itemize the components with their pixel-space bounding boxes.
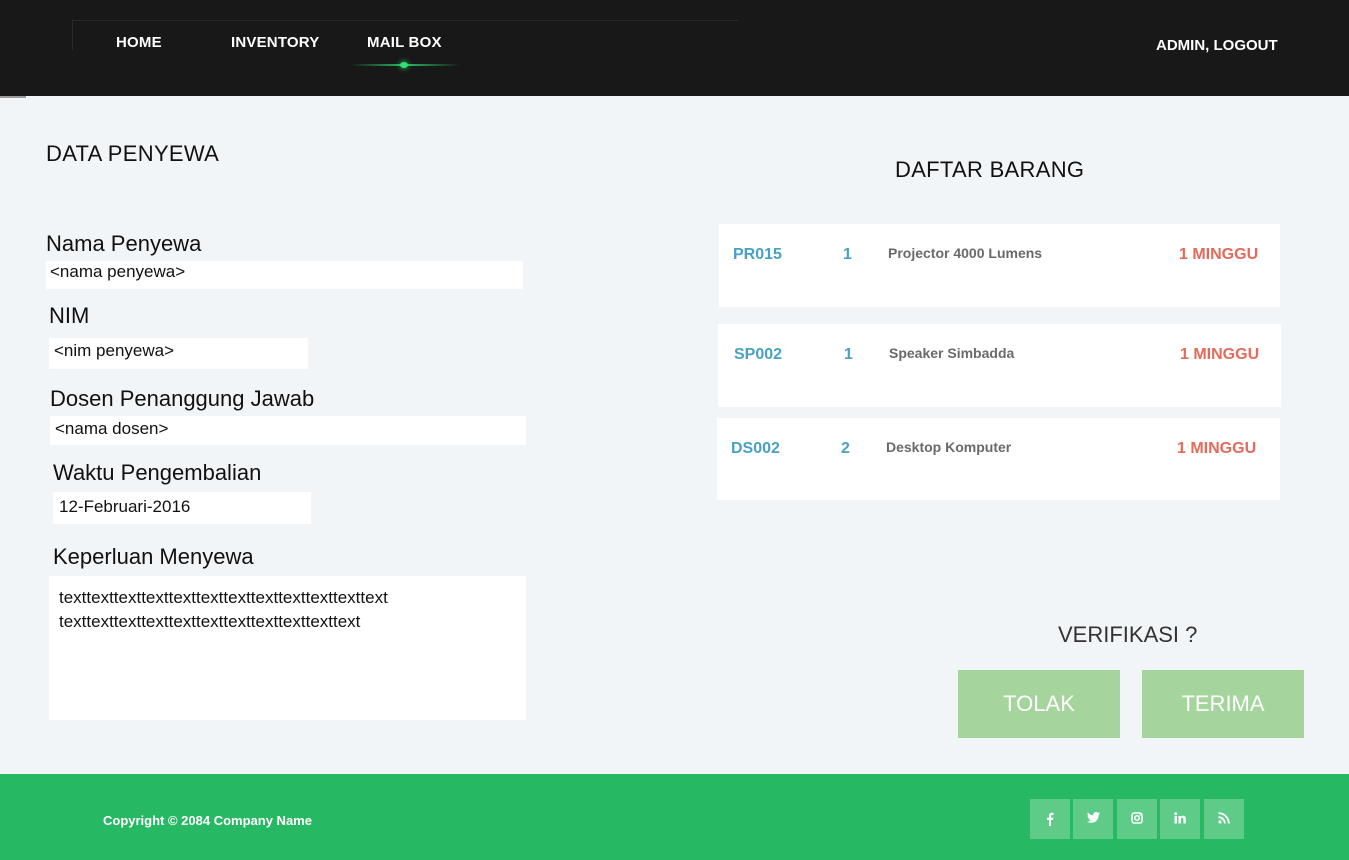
item-quantity: 1 [843, 246, 852, 263]
form-section-title: DATA PENYEWA [46, 141, 220, 166]
keperluan-textarea[interactable]: texttexttexttexttexttexttexttexttexttext… [49, 576, 526, 720]
nav-divider-tick [72, 20, 73, 50]
keperluan-line: texttexttexttexttexttexttexttexttexttext… [59, 612, 361, 631]
facebook-icon[interactable] [1030, 799, 1070, 839]
item-code: SP002 [734, 346, 783, 363]
nim-field[interactable]: <nim penyewa> [49, 338, 308, 369]
keperluan-label: Keperluan Menyewa [53, 544, 254, 569]
item-duration: 1 MINGGU [1180, 346, 1260, 363]
reject-button[interactable]: TOLAK [958, 670, 1120, 738]
item-duration: 1 MINGGU [1177, 440, 1257, 457]
admin-logout-link[interactable]: ADMIN, LOGOUT [1156, 37, 1278, 54]
active-nav-dot [400, 62, 408, 68]
footer: Copyright © 2084 Company Name [0, 774, 1349, 860]
item-name: Speaker Simbadda [889, 345, 1015, 361]
nama-penyewa-field[interactable]: <nama penyewa> [46, 261, 523, 289]
linkedin-icon[interactable] [1160, 799, 1200, 839]
item-list-title: DAFTAR BARANG [895, 157, 1085, 182]
verification-label: VERIFIKASI ? [1058, 622, 1198, 647]
keperluan-line: texttexttexttexttexttexttexttexttexttext… [59, 588, 388, 607]
rss-icon[interactable] [1204, 799, 1244, 839]
item-duration: 1 MINGGU [1179, 246, 1259, 263]
copyright-text: Copyright © 2084 Company Name [103, 813, 312, 828]
nav-home-link[interactable]: HOME [116, 34, 162, 51]
item-name: Desktop Komputer [886, 439, 1012, 455]
header-corner-mark [0, 96, 26, 98]
twitter-icon[interactable] [1073, 799, 1113, 839]
item-code: PR015 [733, 246, 782, 263]
nav-mailbox-link[interactable]: MAIL BOX [367, 34, 442, 51]
item-quantity: 1 [844, 346, 853, 363]
accept-button[interactable]: TERIMA [1142, 670, 1304, 738]
item-row[interactable]: SP002 1 Speaker Simbadda 1 MINGGU [718, 324, 1281, 407]
nim-label: NIM [49, 303, 90, 328]
item-code: DS002 [731, 440, 780, 457]
waktu-pengembalian-field[interactable]: 12-Februari-2016 [53, 492, 311, 524]
dosen-field[interactable]: <nama dosen> [50, 416, 526, 445]
nav-divider [72, 20, 738, 21]
instagram-icon[interactable] [1117, 799, 1157, 839]
item-quantity: 2 [841, 440, 850, 457]
item-row[interactable]: PR015 1 Projector 4000 Lumens 1 MINGGU [719, 224, 1280, 307]
nama-penyewa-label: Nama Penyewa [46, 231, 202, 256]
top-navbar: HOME INVENTORY MAIL BOX ADMIN, LOGOUT [0, 0, 1349, 96]
dosen-label: Dosen Penanggung Jawab [50, 386, 315, 411]
item-name: Projector 4000 Lumens [888, 245, 1043, 261]
item-row[interactable]: DS002 2 Desktop Komputer 1 MINGGU [717, 418, 1280, 500]
nav-inventory-link[interactable]: INVENTORY [231, 34, 319, 51]
waktu-pengembalian-label: Waktu Pengembalian [53, 460, 262, 485]
